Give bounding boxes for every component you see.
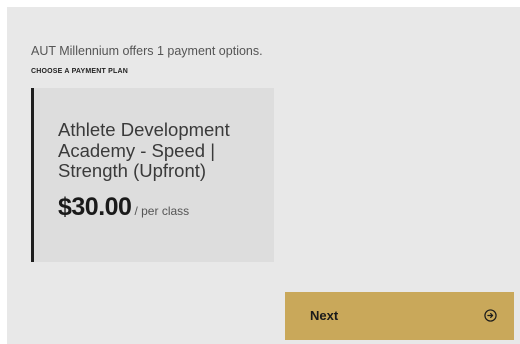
next-button[interactable]: Next bbox=[285, 292, 514, 340]
payment-options-intro: AUT Millennium offers 1 payment options. bbox=[31, 44, 263, 58]
payment-options-panel: AUT Millennium offers 1 payment options.… bbox=[7, 7, 520, 344]
plan-price-row: $30.00/ per class bbox=[58, 193, 189, 222]
payment-plan-card[interactable]: Athlete Development Academy - Speed | St… bbox=[31, 88, 274, 262]
arrow-right-circle-icon bbox=[484, 309, 497, 322]
choose-plan-heading: CHOOSE A PAYMENT PLAN bbox=[31, 68, 129, 75]
plan-price-unit: / per class bbox=[134, 204, 190, 218]
plan-price: $30.00 bbox=[58, 193, 132, 221]
next-button-label: Next bbox=[310, 308, 339, 323]
plan-name: Athlete Development Academy - Speed | St… bbox=[58, 119, 230, 181]
